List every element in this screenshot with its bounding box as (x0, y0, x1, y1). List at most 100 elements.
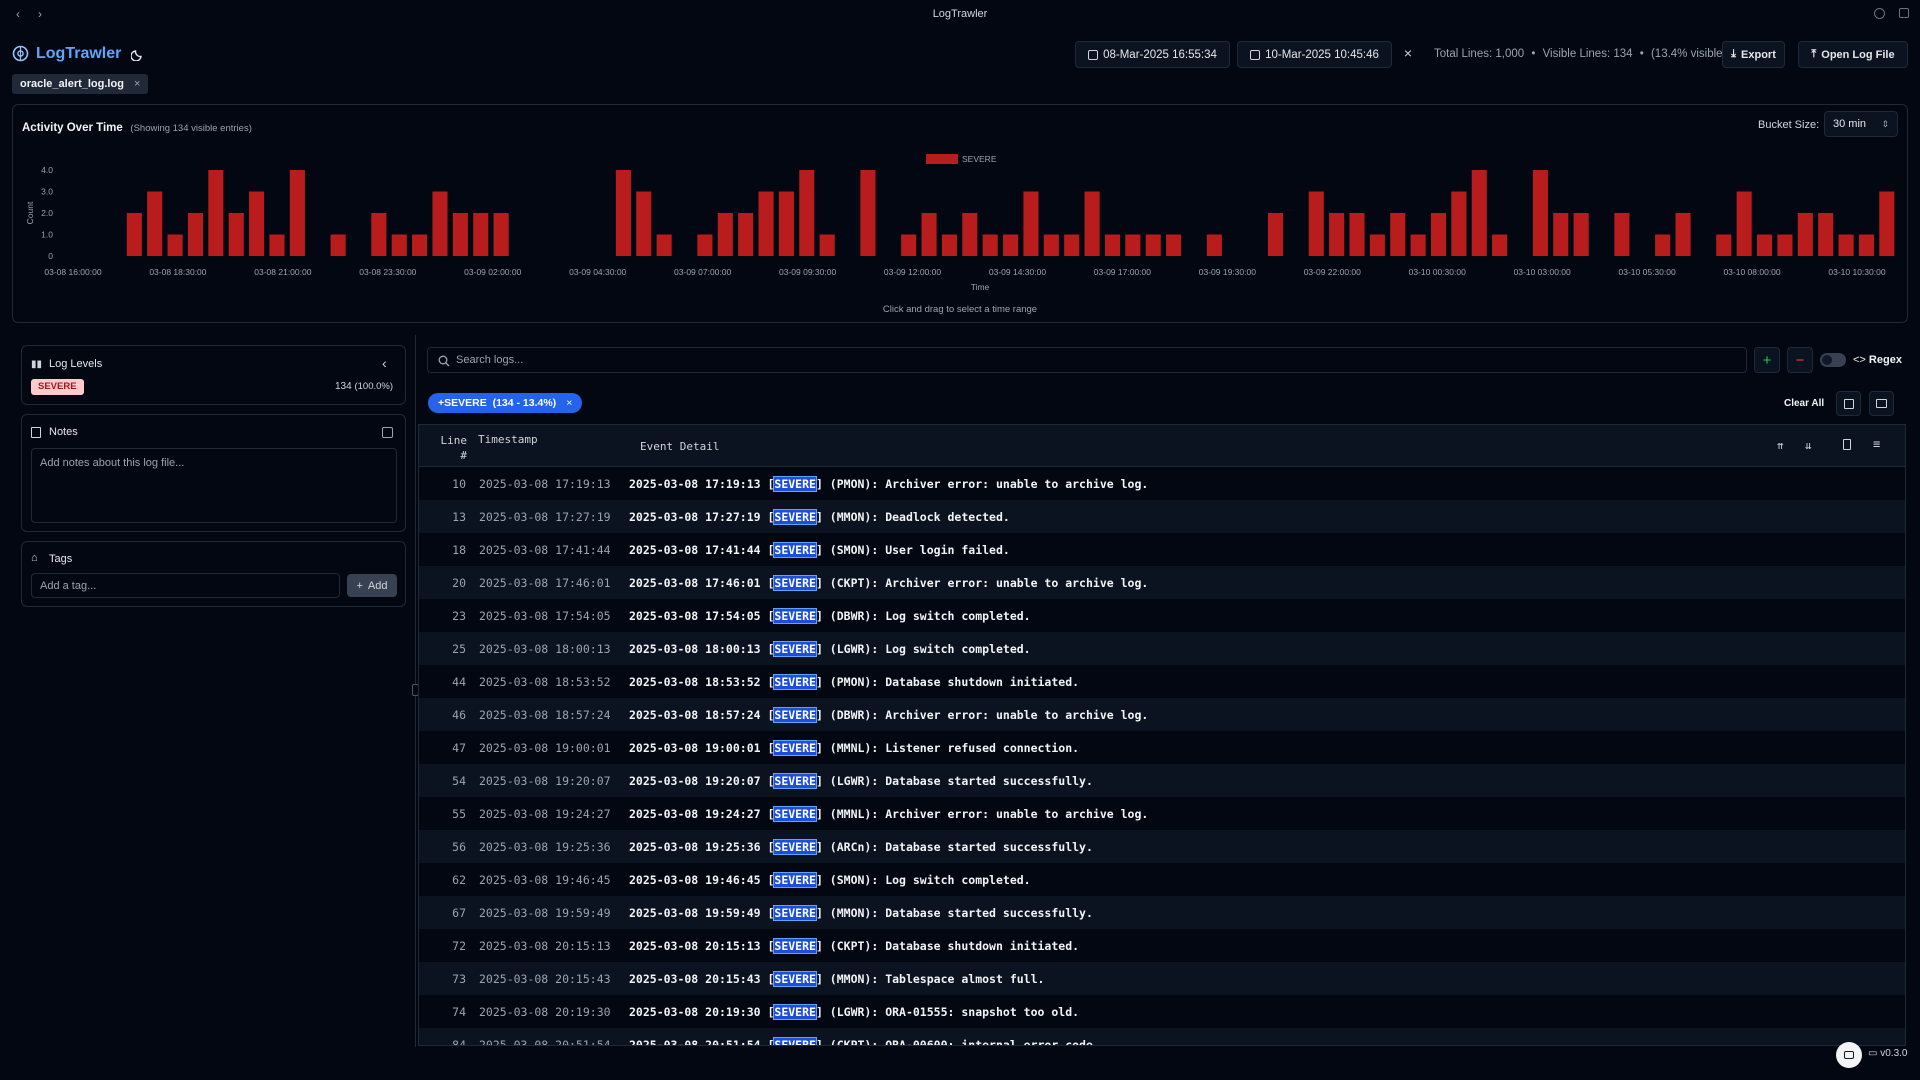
severe-filter-chip[interactable]: +SEVERE (134 - 13.4%) × (428, 393, 583, 413)
chart-bar[interactable] (758, 191, 774, 257)
table-row[interactable]: 18 2025-03-08 17:41:44 2025-03-08 17:41:44… (419, 533, 1905, 566)
chart-bar[interactable] (921, 213, 937, 256)
table-row[interactable]: 23 2025-03-08 17:54:05 2025-03-08 17:54:05… (419, 599, 1905, 632)
table-row[interactable]: 47 2025-03-08 19:00:01 2025-03-08 19:00:01… (419, 731, 1905, 764)
chart-bar[interactable] (656, 234, 672, 257)
table-row[interactable]: 20 2025-03-08 17:46:01 2025-03-08 17:46:01… (419, 566, 1905, 599)
table-row[interactable]: 25 2025-03-08 18:00:13 2025-03-08 18:00:13… (419, 632, 1905, 665)
chart-bar[interactable] (1390, 213, 1406, 256)
theme-toggle-button[interactable] (125, 42, 151, 66)
notes-textarea[interactable] (31, 448, 397, 523)
remove-filter-icon[interactable]: × (566, 397, 572, 409)
line-number-header[interactable]: Line # (437, 433, 468, 463)
table-row[interactable]: 56 2025-03-08 19:25:36 2025-03-08 19:25:36… (419, 830, 1905, 863)
open-log-file-button[interactable]: ⤒ Open Log File (1798, 41, 1908, 68)
chart-bar[interactable] (228, 213, 244, 256)
chart-bar[interactable] (371, 213, 387, 256)
chart-bar[interactable] (1797, 213, 1813, 256)
chart-bar[interactable] (1084, 191, 1100, 257)
regex-toggle[interactable] (1820, 353, 1846, 367)
wrap-lines-icon[interactable]: ≡ (1873, 437, 1880, 451)
chart-bar[interactable] (473, 213, 489, 256)
chart-bar[interactable] (615, 170, 631, 256)
end-date-button[interactable]: 10-Mar-2025 10:45:46 (1237, 41, 1392, 68)
severe-level-badge[interactable]: SEVERE (31, 379, 84, 395)
chart-bar[interactable] (432, 191, 448, 257)
scroll-top-icon[interactable]: ⇈ (1777, 439, 1784, 452)
chart-bar[interactable] (1532, 170, 1548, 256)
tag-input[interactable] (31, 573, 340, 598)
chart-bar[interactable] (1471, 170, 1487, 256)
chart-bar[interactable] (1858, 234, 1874, 257)
include-filter-button[interactable]: + (1754, 347, 1780, 373)
chart-bar[interactable] (636, 191, 652, 257)
clear-all-button[interactable]: Clear All (1784, 398, 1824, 409)
export-button[interactable]: ⤓ Export (1722, 41, 1785, 68)
chart-bar[interactable] (1043, 234, 1059, 257)
chart-bar[interactable] (412, 234, 428, 257)
status-button[interactable] (1836, 1042, 1862, 1068)
chart-bar[interactable] (1104, 234, 1120, 257)
chart-bar[interactable] (819, 234, 835, 257)
chart-bar[interactable] (289, 170, 305, 256)
load-filters-button[interactable] (1869, 391, 1894, 416)
chart-bar[interactable] (167, 234, 183, 257)
chart-bar[interactable] (901, 234, 917, 257)
search-input[interactable] (456, 350, 1741, 370)
chart-bar[interactable] (1308, 191, 1324, 257)
table-row[interactable]: 44 2025-03-08 18:53:52 2025-03-08 18:53:52… (419, 665, 1905, 698)
table-row[interactable]: 67 2025-03-08 19:59:49 2025-03-08 19:59:49… (419, 896, 1905, 929)
table-row[interactable]: 84 2025-03-08 20:51:54 2025-03-08 20:51:54… (419, 1028, 1905, 1045)
chart-bar[interactable] (1145, 234, 1161, 257)
chart-bar[interactable] (1614, 213, 1630, 256)
timestamp-header[interactable]: Timestamp (478, 433, 538, 446)
share-icon[interactable] (1899, 8, 1909, 18)
chart-bar[interactable] (1492, 234, 1508, 257)
chart-bar[interactable] (982, 234, 998, 257)
table-row[interactable]: 55 2025-03-08 19:24:27 2025-03-08 19:24:27… (419, 797, 1905, 830)
chart-bar[interactable] (1064, 234, 1080, 257)
file-tab[interactable]: oracle_alert_log.log × (12, 74, 148, 94)
close-icon[interactable]: × (134, 78, 140, 90)
chart-bar[interactable] (778, 191, 794, 257)
chart-bar[interactable] (697, 234, 713, 257)
chart-bar[interactable] (1430, 213, 1447, 256)
chart-bar[interactable] (249, 191, 265, 257)
chart-bar[interactable] (962, 213, 978, 256)
chart-bar[interactable] (1777, 234, 1793, 257)
chart-bar[interactable] (187, 213, 203, 256)
chart-bar[interactable] (860, 170, 876, 256)
clear-date-icon[interactable]: × (1400, 45, 1416, 61)
chart-bar[interactable] (1757, 234, 1773, 257)
chart-bar[interactable] (1329, 213, 1345, 256)
chart-bar[interactable] (1818, 213, 1834, 256)
chart-bar[interactable] (1573, 213, 1589, 256)
chart-bar[interactable] (1675, 213, 1691, 256)
chart-bar[interactable] (269, 234, 285, 257)
chart-bar[interactable] (1410, 234, 1426, 257)
table-row[interactable]: 62 2025-03-08 19:46:45 2025-03-08 19:46:45… (419, 863, 1905, 896)
chart-bar[interactable] (1879, 191, 1895, 257)
chart-bar[interactable] (452, 213, 468, 256)
chart-bar[interactable] (1206, 234, 1222, 257)
table-row[interactable]: 46 2025-03-08 18:57:24 2025-03-08 18:57:24… (419, 698, 1905, 731)
activity-chart[interactable]: 0 1.0 2.0 3.0 4.0 Count 03-08 16:00:00 03-08 18… (13, 105, 1907, 322)
chart-bar[interactable] (208, 170, 224, 256)
chart-bar[interactable] (1125, 234, 1141, 257)
chart-bar[interactable] (1003, 234, 1019, 257)
chart-bar[interactable] (147, 191, 163, 257)
chart-bar[interactable] (941, 234, 957, 257)
chart-bar[interactable] (717, 213, 733, 256)
chart-bar[interactable] (1838, 234, 1854, 257)
chart-bar[interactable] (1451, 191, 1467, 257)
chart-bar[interactable] (1736, 191, 1752, 257)
chart-bar[interactable] (126, 213, 142, 256)
table-row[interactable]: 10 2025-03-08 17:19:13 2025-03-08 17:19:13… (419, 467, 1905, 500)
scroll-bottom-icon[interactable]: ⇊ (1805, 439, 1812, 452)
chart-bar[interactable] (799, 170, 815, 256)
chart-bar[interactable] (1023, 191, 1039, 257)
chart-bar[interactable] (1655, 234, 1671, 257)
table-row[interactable]: 73 2025-03-08 20:15:43 2025-03-08 20:15:43… (419, 962, 1905, 995)
settings-icon[interactable] (1874, 8, 1885, 19)
save-notes-icon[interactable] (382, 427, 393, 438)
